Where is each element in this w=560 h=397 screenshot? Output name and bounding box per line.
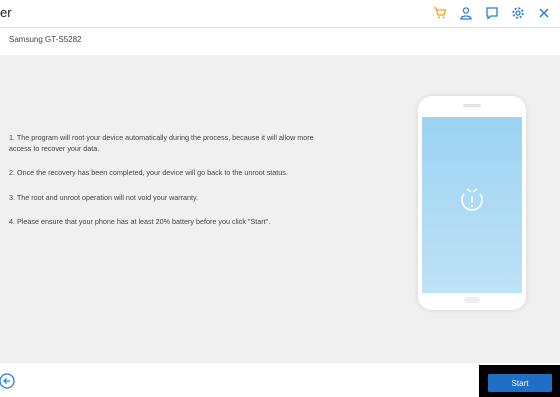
phone-home-button [464,297,480,303]
start-button[interactable]: Start [488,374,552,392]
instruction-item: 1. The program will root your device aut… [9,133,314,153]
gear-icon[interactable] [510,5,526,21]
instruction-item: 4. Please ensure that your phone has at … [9,217,271,226]
start-button-frame: Start [479,365,560,397]
device-name: Samsung GT-S5282 [9,35,82,44]
root-lock-icon [461,188,483,211]
feedback-icon[interactable] [484,5,500,21]
instruction-item: 2. Once the recovery has been completed,… [9,168,288,177]
instruction-item: 3. The root and unroot operation will no… [9,192,199,202]
user-icon[interactable] [458,5,474,21]
title-bar: er [0,0,560,27]
close-icon[interactable] [536,5,552,21]
cart-icon[interactable] [432,5,448,21]
main-content: 1. The program will root your device aut… [0,55,560,363]
instructions-list: 1. The program will root your device aut… [9,133,329,242]
device-bar: Samsung GT-S5282 [0,27,560,56]
phone-illustration [418,96,526,310]
phone-screen [422,117,522,293]
footer: Start [0,363,560,397]
phone-speaker [463,104,481,107]
back-arrow-icon[interactable] [0,373,16,389]
title-bar-icons [432,4,552,22]
app-title: er [0,5,12,20]
